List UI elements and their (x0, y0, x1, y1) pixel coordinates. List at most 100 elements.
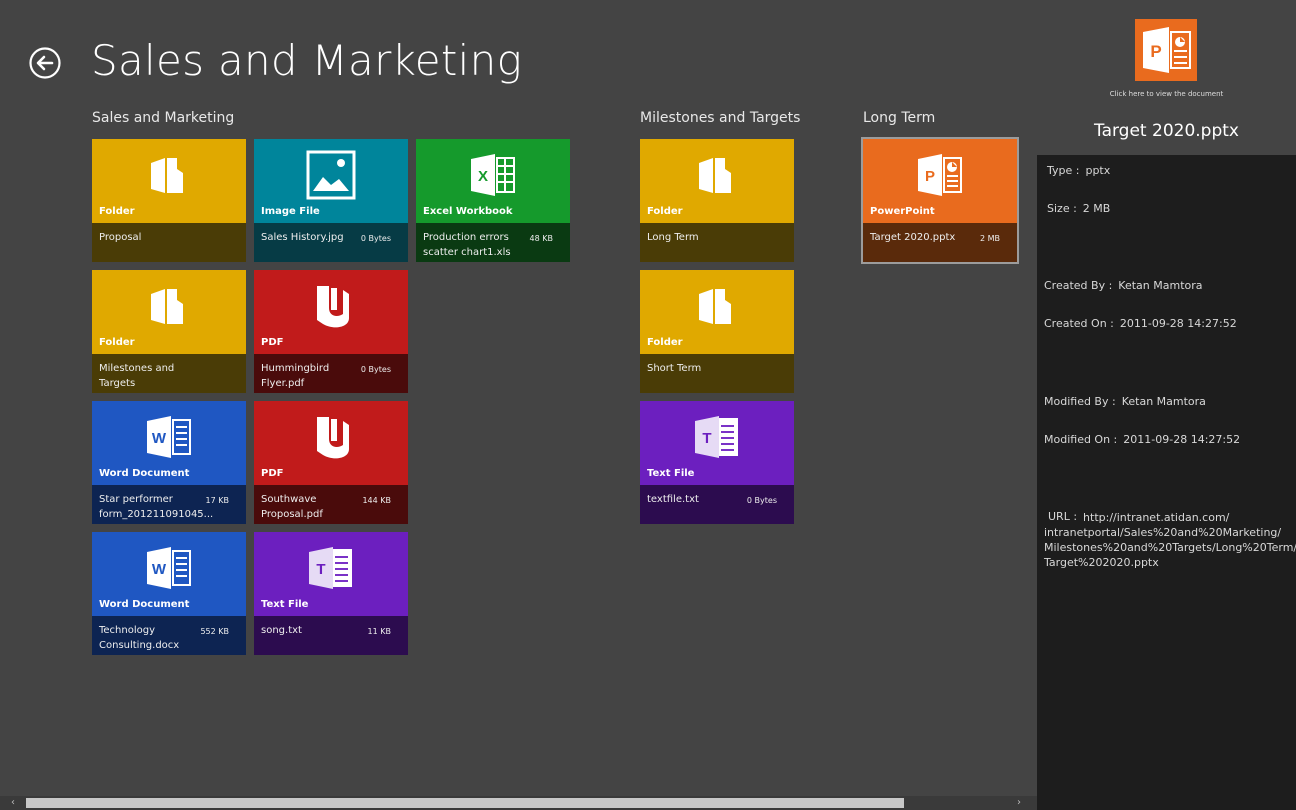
file-tile[interactable]: T Text File textfile.txt 0 Bytes (640, 401, 794, 524)
tile-file-name: Star performer form_201211091045... (99, 494, 214, 520)
text-file-icon: T (691, 411, 743, 463)
tile-header: T Text File (254, 532, 408, 616)
tile-footer: Southwave Proposal.pdf 144 KB (254, 485, 408, 524)
pdf-icon (305, 411, 357, 463)
tile-file-name: Long Term (647, 232, 699, 243)
created-by-label: Created By : (1044, 279, 1113, 292)
tile-footer: Target 2020.pptx 2 MB (863, 223, 1017, 262)
tile-file-name: Hummingbird Flyer.pdf (261, 363, 330, 389)
tile-footer: song.txt 11 KB (254, 616, 408, 655)
details-panel: P Click here to view the document Target… (1037, 0, 1296, 810)
file-tile[interactable]: PDF Southwave Proposal.pdf 144 KB (254, 401, 408, 524)
tile-file-size: 0 Bytes (360, 365, 391, 374)
modified-on-value: 2011-09-28 14:27:52 (1123, 433, 1241, 446)
powerpoint-icon: P (1143, 27, 1191, 73)
size-label: Size : (1047, 202, 1077, 215)
svg-text:T: T (316, 561, 325, 578)
tile-type-label: Folder (99, 337, 135, 348)
url-property: URL : http://intranet.atidan.com/ intrane… (1044, 510, 1296, 570)
tile-header: PDF (254, 270, 408, 354)
file-tile[interactable]: T Text File song.txt 11 KB (254, 532, 408, 655)
tile-file-name: Proposal (99, 232, 142, 243)
excel-icon: X (467, 149, 519, 201)
file-tile[interactable]: Folder Long Term (640, 139, 794, 262)
created-on-property: Created On : 2011-09-28 14:27:52 (1044, 317, 1237, 330)
document-title: Target 2020.pptx (1094, 121, 1239, 141)
text-file-icon: T (305, 542, 357, 594)
svg-text:W: W (152, 561, 167, 578)
tile-file-size: 144 KB (362, 496, 391, 505)
file-tile[interactable]: W Word Document Star performer form_20121… (92, 401, 246, 524)
tile-type-label: Folder (647, 337, 683, 348)
tile-footer: Sales History.jpg 0 Bytes (254, 223, 408, 262)
created-by-property: Created By : Ketan Mamtora (1044, 279, 1203, 292)
tile-type-label: PowerPoint (870, 206, 935, 217)
tile-type-label: Folder (647, 206, 683, 217)
pdf-icon (305, 280, 357, 332)
tile-footer: Technology Consulting.docx 552 KB (92, 616, 246, 655)
file-tile[interactable]: Folder Milestones and Targets (92, 270, 246, 393)
tile-file-size: 17 KB (205, 496, 229, 505)
svg-text:X: X (478, 168, 488, 185)
tile-file-name: song.txt (261, 625, 302, 636)
tile-header: Folder (640, 139, 794, 223)
group-title-sales-and-marketing: Sales and Marketing (92, 110, 235, 126)
tile-footer: textfile.txt 0 Bytes (640, 485, 794, 524)
tile-file-name: Technology Consulting.docx (99, 625, 180, 651)
tile-type-label: Folder (99, 206, 135, 217)
url-value[interactable]: http://intranet.atidan.com/ intranetport… (1044, 511, 1296, 569)
tile-file-size: 2 MB (979, 234, 1000, 243)
folder-icon (691, 149, 743, 201)
tile-file-name: Short Term (647, 363, 702, 374)
back-arrow-icon (29, 47, 61, 79)
tile-type-label: Text File (261, 599, 309, 610)
modified-on-property: Modified On : 2011-09-28 14:27:52 (1044, 433, 1240, 446)
file-tile[interactable]: X Excel Workbook Production errors scatte… (416, 139, 570, 262)
tile-type-label: Text File (647, 468, 695, 479)
horizontal-scrollbar[interactable]: ‹ › (0, 796, 1037, 810)
svg-text:W: W (152, 430, 167, 447)
created-by-value: Ketan Mamtora (1118, 279, 1203, 292)
tile-header: Folder (92, 270, 246, 354)
file-tile[interactable]: P PowerPoint Target 2020.pptx 2 MB (861, 137, 1019, 264)
tile-header: T Text File (640, 401, 794, 485)
powerpoint-icon: P (914, 149, 966, 201)
tile-footer: Hummingbird Flyer.pdf 0 Bytes (254, 354, 408, 393)
size-property: Size : 2 MB (1047, 202, 1110, 215)
tile-type-label: Image File (261, 206, 320, 217)
modified-by-value: Ketan Mamtora (1121, 395, 1206, 408)
file-tile[interactable]: Image File Sales History.jpg 0 Bytes (254, 139, 408, 262)
file-tile[interactable]: PDF Hummingbird Flyer.pdf 0 Bytes (254, 270, 408, 393)
type-property: Type : pptx (1047, 164, 1110, 177)
modified-by-label: Modified By : (1044, 395, 1116, 408)
tile-type-label: PDF (261, 468, 284, 479)
scrollbar-thumb[interactable] (26, 798, 904, 808)
tile-header: P PowerPoint (863, 139, 1017, 223)
back-button[interactable] (29, 47, 61, 79)
view-document-link[interactable]: Click here to view the document (1037, 90, 1296, 98)
tile-type-label: Word Document (99, 599, 190, 610)
tile-header: Folder (640, 270, 794, 354)
open-document-button[interactable]: P (1135, 19, 1197, 81)
scroll-left-arrow-icon[interactable]: ‹ (6, 796, 20, 810)
scroll-right-arrow-icon[interactable]: › (1012, 796, 1026, 810)
folder-icon (143, 280, 195, 332)
tile-header: Folder (92, 139, 246, 223)
file-tile[interactable]: Folder Proposal (92, 139, 246, 262)
tile-header: W Word Document (92, 401, 246, 485)
size-value: 2 MB (1082, 202, 1111, 215)
file-tile[interactable]: W Word Document Technology Consulting.doc… (92, 532, 246, 655)
file-tile[interactable]: Folder Short Term (640, 270, 794, 393)
svg-text:P: P (1150, 42, 1161, 61)
svg-text:T: T (702, 430, 711, 447)
tile-type-label: Word Document (99, 468, 190, 479)
type-value: pptx (1085, 164, 1111, 177)
tile-header: PDF (254, 401, 408, 485)
word-icon: W (143, 411, 195, 463)
tile-footer: Long Term (640, 223, 794, 262)
created-on-value: 2011-09-28 14:27:52 (1119, 317, 1237, 330)
tile-type-label: Excel Workbook (423, 206, 513, 217)
svg-text:P: P (925, 168, 935, 185)
folder-icon (143, 149, 195, 201)
tile-footer: Star performer form_201211091045... 17 KB (92, 485, 246, 524)
